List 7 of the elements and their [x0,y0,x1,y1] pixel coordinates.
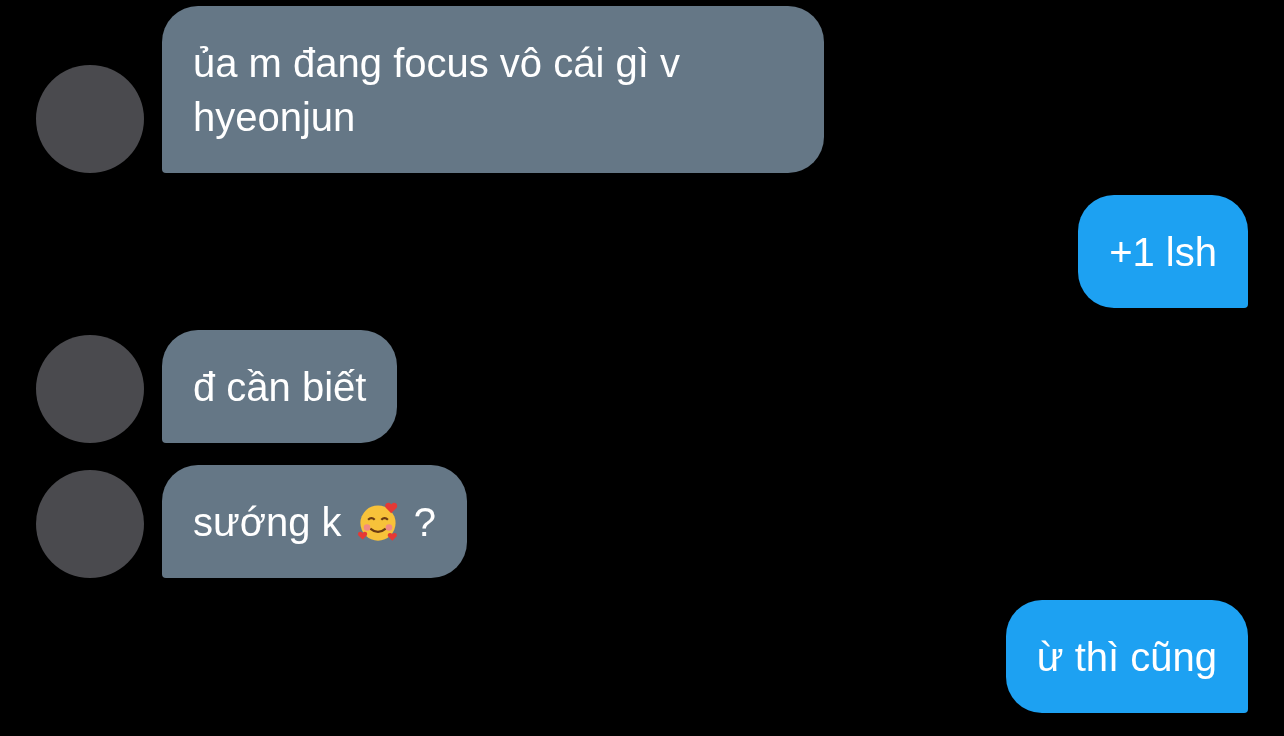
smiling-face-with-hearts-icon [355,500,400,544]
message-text: ủa m đang focus vô cái gì v hyeonjun [193,40,681,141]
message-text: sướng k [193,499,342,546]
message-text: +1 lsh [1109,229,1217,276]
message-text: ừ thì cũng [1036,634,1217,681]
message-text: đ cần biết [193,364,367,411]
message-text: ? [413,499,436,546]
